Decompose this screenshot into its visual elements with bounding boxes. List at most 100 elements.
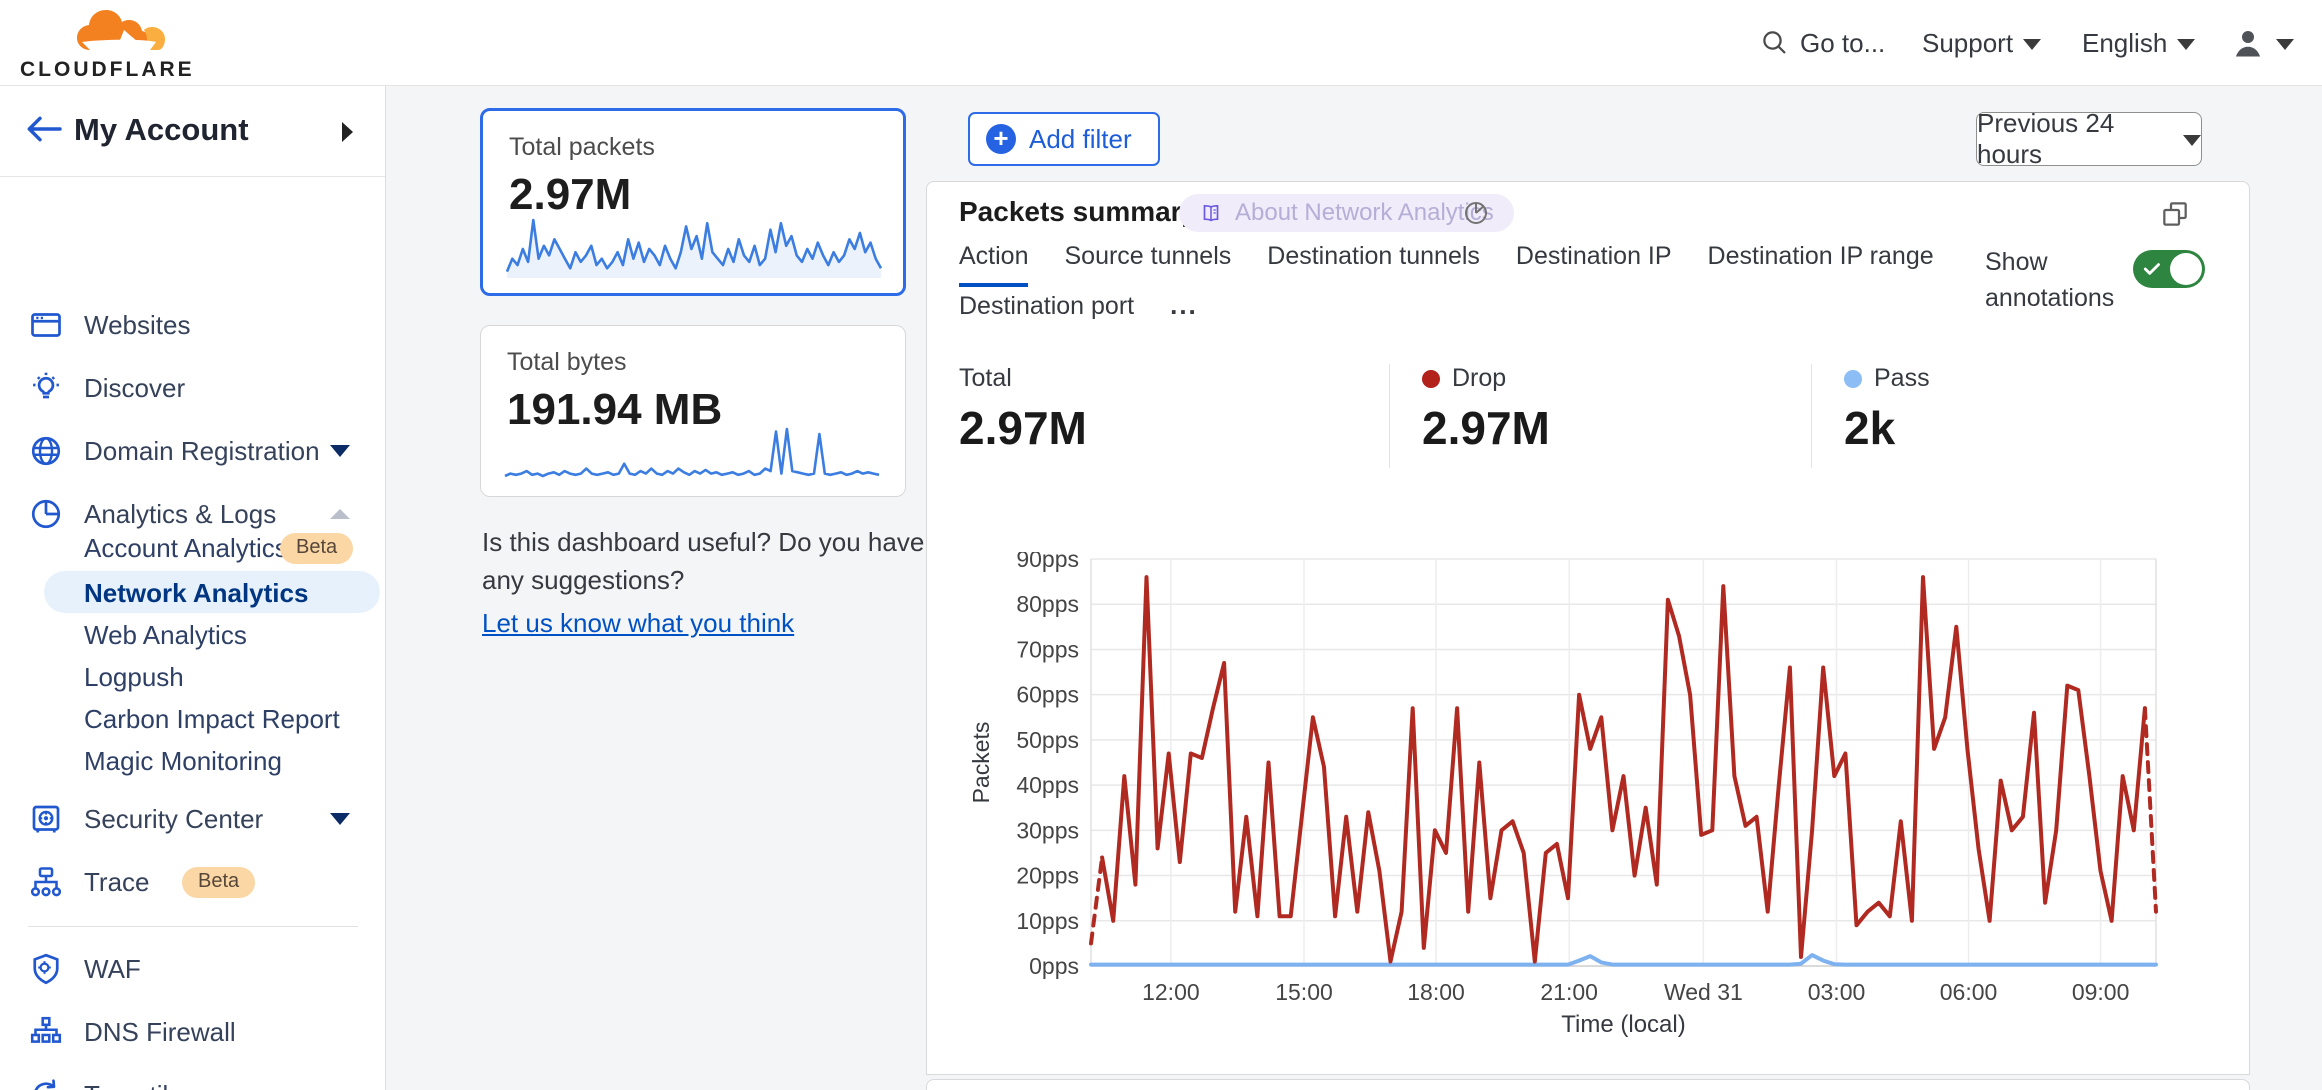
svg-text:10pps: 10pps xyxy=(1016,908,1079,934)
sidebar-divider xyxy=(28,926,358,927)
stat-label: Pass xyxy=(1874,364,1930,393)
svg-text:Packets: Packets xyxy=(968,722,994,804)
back-arrow-icon[interactable] xyxy=(24,112,64,146)
sidebar-item-magic-monitoring[interactable]: Magic Monitoring xyxy=(0,742,386,780)
svg-text:0pps: 0pps xyxy=(1029,953,1079,979)
sidebar-item-carbon-impact-report[interactable]: Carbon Impact Report xyxy=(0,700,386,738)
sidebar-item-logpush[interactable]: Logpush xyxy=(0,658,386,696)
card-title: Total packets xyxy=(509,133,903,162)
sidebar-item-label: Network Analytics xyxy=(84,578,308,609)
sidebar-item-account-analytics[interactable]: Account Analytics Beta xyxy=(0,529,386,567)
book-icon xyxy=(1199,201,1223,225)
card-value: 2.97M xyxy=(509,170,903,220)
user-menu[interactable] xyxy=(2230,0,2294,86)
tab-source-tunnels[interactable]: Source tunnels xyxy=(1064,242,1231,287)
sidebar-item-web-analytics[interactable]: Web Analytics xyxy=(0,616,386,654)
pie-chart-small-icon[interactable] xyxy=(1461,198,1491,228)
sidebar-item-dns-firewall[interactable]: DNS Firewall xyxy=(0,1011,386,1053)
about-badge-label: About Network Analytics xyxy=(1235,199,1494,227)
pie-chart-icon xyxy=(28,496,64,532)
more-tabs-button[interactable]: ... xyxy=(1170,290,1198,335)
tab-destination-tunnels[interactable]: Destination tunnels xyxy=(1267,242,1480,287)
goto-label: Go to... xyxy=(1800,28,1885,59)
toggle-knob xyxy=(2170,253,2202,285)
svg-text:50pps: 50pps xyxy=(1016,727,1079,753)
language-menu[interactable]: English xyxy=(2082,0,2195,86)
tab-destination-ip[interactable]: Destination IP xyxy=(1516,242,1672,287)
sidebar-item-label: Magic Monitoring xyxy=(84,746,282,777)
svg-text:12:00: 12:00 xyxy=(1142,979,1200,1005)
show-annotations-label: Show annotations xyxy=(1985,244,2135,317)
sidebar-item-discover[interactable]: Discover xyxy=(0,367,386,409)
total-bytes-card[interactable]: Total bytes 191.94 MB xyxy=(480,325,906,497)
sidebar-item-network-analytics[interactable]: Network Analytics xyxy=(44,571,380,613)
chevron-down-icon xyxy=(2023,39,2041,50)
sidebar-item-label: Websites xyxy=(84,310,190,341)
tab-action[interactable]: Action xyxy=(959,242,1028,287)
stat-label: Total xyxy=(959,364,1012,393)
time-range-label: Previous 24 hours xyxy=(1977,108,2171,170)
packets-chart: 0pps10pps20pps30pps40pps50pps60pps70pps8… xyxy=(963,552,2189,1044)
vault-icon xyxy=(28,801,64,837)
beta-badge: Beta xyxy=(280,533,353,564)
support-label: Support xyxy=(1922,28,2013,59)
stat-total: Total 2.97M xyxy=(927,364,1389,468)
stat-label: Drop xyxy=(1452,364,1506,393)
browser-window-icon xyxy=(28,307,64,343)
sidebar-item-label: Domain Registration xyxy=(84,436,320,467)
user-icon xyxy=(2230,25,2266,61)
packets-summary-panel: Packets summary About Network Analytics … xyxy=(926,181,2250,1075)
sidebar-item-label: Account Analytics xyxy=(84,533,288,564)
next-panel-edge xyxy=(926,1079,2250,1090)
stat-value: 2k xyxy=(1844,401,2191,455)
svg-text:80pps: 80pps xyxy=(1016,591,1079,617)
svg-text:70pps: 70pps xyxy=(1016,636,1079,662)
sidebar-item-trace[interactable]: Trace Beta xyxy=(0,861,386,903)
sidebar-item-security-center[interactable]: Security Center xyxy=(0,798,386,840)
packets-sparkline xyxy=(505,215,883,281)
dimension-tabs-row2: Destination port ... xyxy=(959,290,1198,335)
beta-badge: Beta xyxy=(182,867,255,898)
tab-destination-port[interactable]: Destination port xyxy=(959,292,1134,333)
plus-circle-icon: + xyxy=(986,124,1016,154)
sidebar-item-turnstile[interactable]: Turnstile xyxy=(0,1074,386,1090)
support-menu[interactable]: Support xyxy=(1922,0,2041,86)
account-name[interactable]: My Account xyxy=(74,112,249,148)
feedback-link[interactable]: Let us know what you think xyxy=(482,605,794,643)
chevron-right-icon[interactable] xyxy=(342,122,353,142)
sidebar: My Account Websites Discover Domain Regi… xyxy=(0,86,386,1090)
chevron-down-icon xyxy=(330,445,350,457)
duplicate-expand-icon[interactable] xyxy=(2159,198,2191,230)
sidebar-item-websites[interactable]: Websites xyxy=(0,304,386,346)
add-filter-label: Add filter xyxy=(1029,124,1132,155)
sidebar-item-waf[interactable]: WAF xyxy=(0,948,386,990)
dns-tree-icon xyxy=(28,1014,64,1050)
time-range-dropdown[interactable]: Previous 24 hours xyxy=(1976,112,2202,166)
sidebar-item-label: WAF xyxy=(84,954,141,985)
svg-text:60pps: 60pps xyxy=(1016,682,1079,708)
cloudflare-wordmark: CLOUDFLARE xyxy=(20,58,195,82)
show-annotations-toggle[interactable] xyxy=(2133,250,2205,288)
sidebar-item-label: Security Center xyxy=(84,804,263,835)
svg-text:09:00: 09:00 xyxy=(2072,979,2130,1005)
total-packets-card[interactable]: Total packets 2.97M xyxy=(480,108,906,296)
add-filter-button[interactable]: + Add filter xyxy=(968,112,1160,166)
chevron-down-icon xyxy=(2276,39,2294,50)
dimension-tabs: Action Source tunnels Destination tunnel… xyxy=(959,242,1934,287)
cloudflare-logo[interactable]: CLOUDFLARE xyxy=(20,6,190,80)
goto-search[interactable]: Go to... xyxy=(1760,0,1885,86)
sidebar-item-label: Discover xyxy=(84,373,185,404)
stat-value: 2.97M xyxy=(959,401,1389,455)
sidebar-item-label: Carbon Impact Report xyxy=(84,704,340,735)
svg-text:40pps: 40pps xyxy=(1016,772,1079,798)
rotate-check-icon xyxy=(28,1077,64,1090)
bytes-sparkline xyxy=(503,424,881,484)
shield-gear-icon xyxy=(28,951,64,987)
stat-value: 2.97M xyxy=(1422,401,1811,455)
globe-icon xyxy=(28,433,64,469)
chevron-down-icon xyxy=(2183,135,2201,146)
tab-destination-ip-range[interactable]: Destination IP range xyxy=(1708,242,1934,287)
sidebar-item-domain-registration[interactable]: Domain Registration xyxy=(0,430,386,472)
svg-text:03:00: 03:00 xyxy=(1808,979,1866,1005)
check-icon xyxy=(2142,258,2164,280)
